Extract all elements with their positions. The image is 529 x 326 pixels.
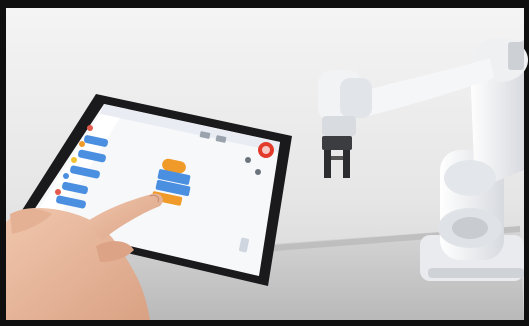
photo-illustration — [0, 0, 529, 326]
side-icon — [245, 157, 251, 163]
side-icon — [255, 169, 261, 175]
photo-scene — [0, 0, 529, 326]
category-dot — [71, 157, 77, 163]
category-dot — [79, 141, 85, 147]
category-dot — [63, 173, 69, 179]
category-dot — [55, 189, 61, 195]
category-dot — [87, 125, 93, 131]
robot-gripper — [322, 136, 352, 150]
robot-elbow-joint — [444, 160, 496, 196]
